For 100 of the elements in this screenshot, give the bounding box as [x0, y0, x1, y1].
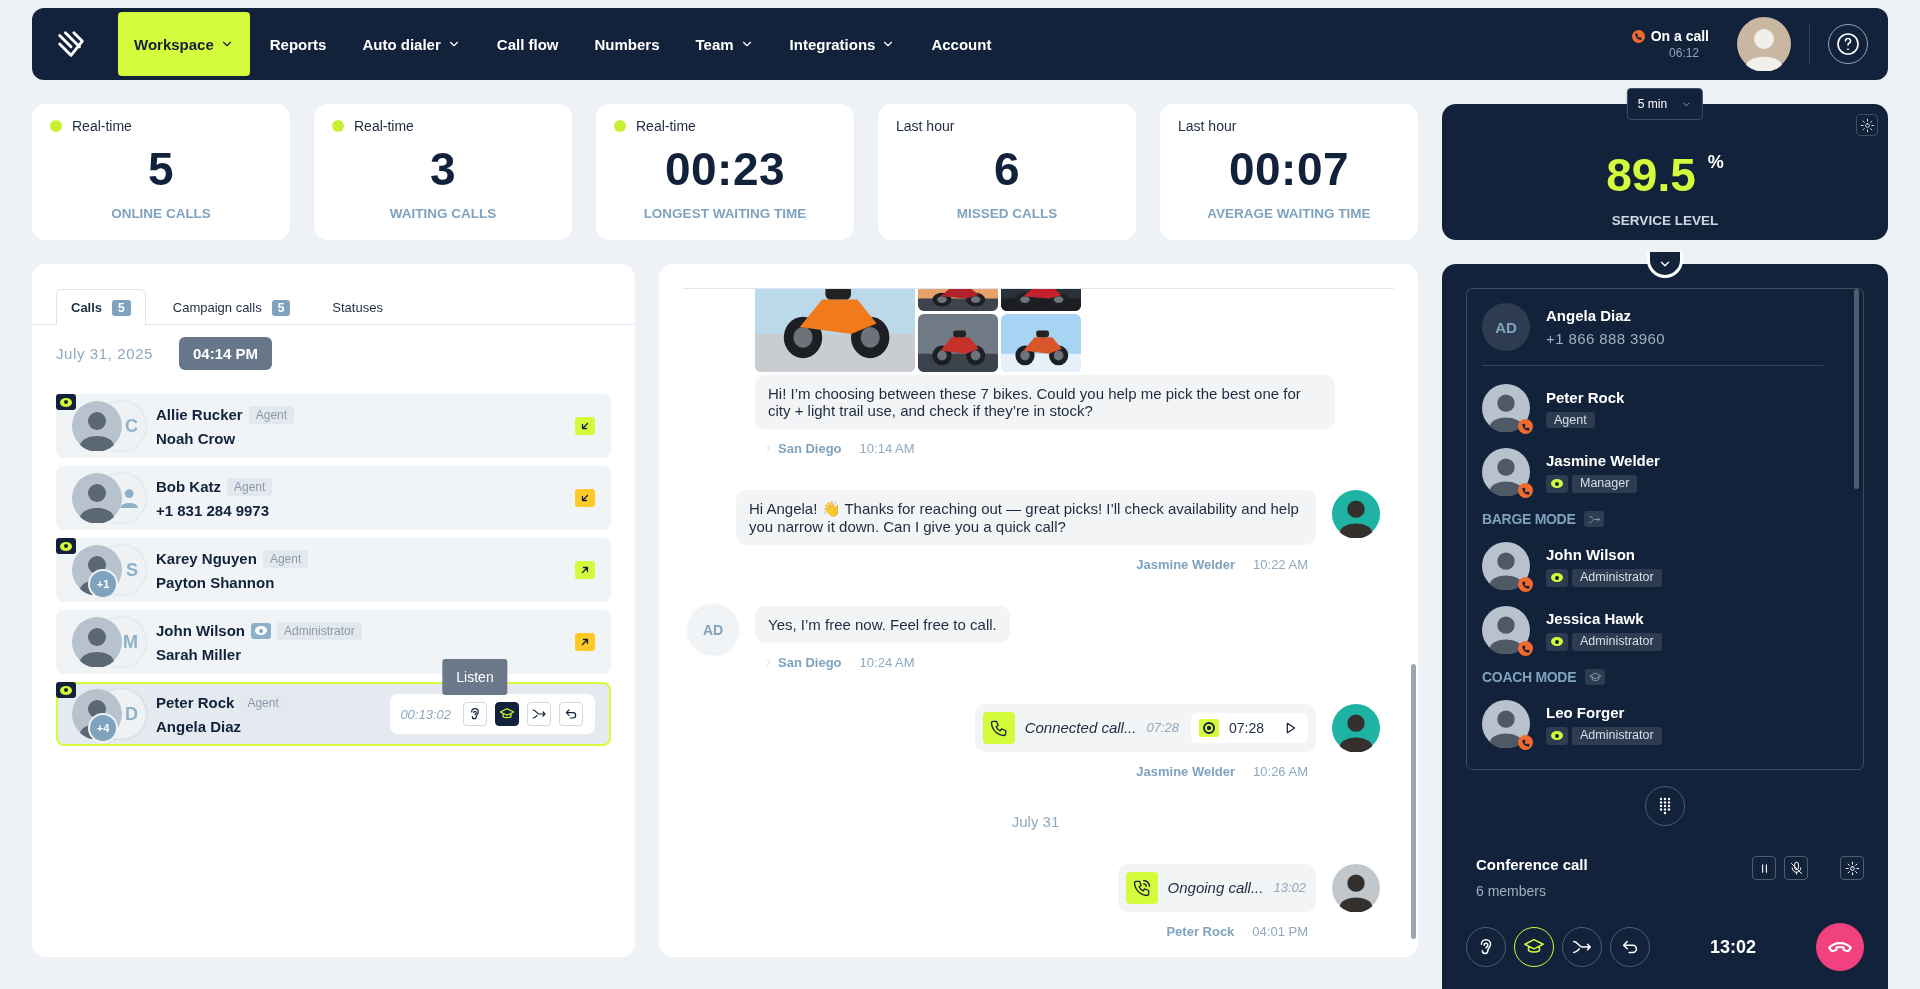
contact-name: Payton Shannon: [156, 573, 276, 591]
mute-button[interactable]: [1784, 856, 1808, 880]
call-duration: 13:02: [1273, 880, 1306, 896]
settings-icon: [1859, 117, 1875, 133]
nav-menu-item[interactable]: Auto dialer: [346, 12, 477, 76]
message-sender: Jasmine Welder: [1136, 764, 1236, 779]
recording-duration: 07:28: [1228, 719, 1264, 737]
phone-icon: [1518, 641, 1533, 656]
recording-player[interactable]: 07:28: [1190, 713, 1308, 743]
help-icon: [1836, 32, 1860, 56]
user-avatar[interactable]: [1737, 17, 1791, 71]
nav-menu-item[interactable]: Account: [915, 12, 1008, 76]
stat-label: SERVICE LEVEL: [1611, 213, 1719, 228]
nav-menu-item[interactable]: Workspace: [118, 12, 250, 76]
period-label: Last hour: [896, 118, 955, 134]
period-label: Real-time: [354, 118, 414, 134]
hang-up-icon: [1828, 942, 1852, 952]
nav-menu-item[interactable]: Integrations: [773, 12, 912, 76]
message-bubble: Yes, I’m free now. Feel free to call.: [755, 605, 1010, 643]
mode-heading: BARGE MODE: [1482, 511, 1576, 527]
role-tag: Manager: [1572, 474, 1638, 493]
contact-name: +1 831 284 9973: [156, 501, 271, 519]
customer-name: Angela Diaz: [1546, 307, 1633, 324]
pause-button[interactable]: [1752, 856, 1776, 880]
record-icon: [1198, 719, 1219, 737]
participant-avatar: [1482, 448, 1530, 496]
coach-button[interactable]: [495, 702, 519, 726]
tab[interactable]: Statuses: [317, 289, 398, 325]
nav-menu-item[interactable]: Numbers: [578, 12, 676, 76]
agent-avatar: [72, 473, 122, 523]
phone-icon: [1518, 577, 1533, 592]
call-row[interactable]: C Allie Rucker Agent Noah Crow: [56, 394, 611, 458]
call-status-label: On a call: [1650, 28, 1709, 44]
role-tag: Administrator: [1572, 568, 1662, 587]
graduation-cap-icon: [1585, 669, 1606, 685]
settings-button[interactable]: [1840, 856, 1864, 880]
nav-menu-item[interactable]: Reports: [253, 12, 343, 76]
message-sender: San Diego: [778, 655, 842, 670]
scrollbar[interactable]: [1411, 664, 1416, 939]
participant-avatar: [1482, 700, 1530, 748]
tooltip: Listen: [442, 659, 508, 695]
message-time: 10:22 AM: [1253, 556, 1308, 572]
hang-up-button[interactable]: [1816, 923, 1864, 971]
period-label: Real-time: [72, 118, 132, 134]
participant-name: Leo Forger: [1546, 703, 1626, 721]
nav-menu-item[interactable]: Team: [679, 12, 770, 76]
members-count: 6 members: [1476, 883, 1548, 899]
call-row[interactable]: Bob Katz Agent +1 831 284 9973: [56, 466, 611, 530]
tab[interactable]: Campaign calls 5: [157, 289, 306, 325]
phone-icon: [1518, 483, 1533, 498]
participant-avatar: [1482, 606, 1530, 654]
percent-sign: %: [1707, 152, 1724, 173]
phone-icon: [1518, 419, 1533, 434]
stat-value: 6: [993, 146, 1021, 192]
time-badge: 04:14 PM: [179, 337, 273, 370]
agent-name: John Wilson: [156, 622, 246, 639]
contact-name: Noah Crow: [156, 429, 237, 447]
agent-name: Peter Rock: [156, 694, 235, 711]
mode-heading: COACH MODE: [1482, 669, 1577, 685]
stat-label: ONLINE CALLS: [111, 206, 211, 221]
participant-name: Peter Rock: [1546, 388, 1625, 406]
interval-dropdown[interactable]: 5 min: [1626, 88, 1704, 120]
message-time: 04:01 PM: [1252, 924, 1308, 939]
customer-avatar: AD: [1482, 303, 1530, 351]
role-tag: Agent: [1546, 411, 1595, 428]
message-time: 10:26 AM: [1253, 764, 1308, 779]
muted-microphone-icon: [1788, 860, 1804, 876]
participant-name: Jasmine Welder: [1546, 451, 1660, 469]
tab[interactable]: Calls 5: [56, 289, 146, 325]
agent-avatar: [1332, 864, 1380, 912]
period-label: Real-time: [636, 118, 696, 134]
nav-menu-item[interactable]: Call flow: [480, 12, 575, 76]
call-status: Ongoing call...: [1167, 879, 1264, 897]
agent-name: Bob Katz: [156, 478, 221, 495]
call-duration: 06:12: [1668, 46, 1699, 60]
message-time: 10:14 AM: [859, 441, 915, 457]
agent-avatar: [1332, 490, 1380, 539]
settings-button[interactable]: [1856, 114, 1878, 136]
stat-value: 3: [429, 146, 457, 192]
call-row[interactable]: S +1 Karey Nguyen Agent Payton Shannon: [56, 538, 611, 602]
phone-icon: [1631, 29, 1645, 43]
agent-avatar: [1332, 704, 1380, 752]
settings-icon: [1844, 860, 1860, 876]
message-bubble: Hi Angela! 👋 Thanks for reaching out — great picks! I’ll check availability and help you narrow it down. Can I give you a quick call?: [736, 490, 1316, 545]
role-tag: Agent: [227, 477, 273, 496]
message-sender: Peter Rock: [1166, 924, 1235, 939]
agent-avatar: [72, 401, 122, 451]
collapse-button[interactable]: [1647, 252, 1683, 278]
participant-avatar: [1482, 542, 1530, 590]
message-sender: San Diego: [778, 441, 842, 457]
period-label: Last hour: [1178, 118, 1237, 134]
service-level-value: 89.5: [1606, 152, 1696, 198]
stat-label: MISSED CALLS: [956, 206, 1058, 221]
stat-label: LONGEST WAITING TIME: [643, 206, 807, 221]
call-timer: 13:02: [1708, 936, 1757, 958]
participant-name: John Wilson: [1546, 545, 1637, 563]
stat-value: 00:07: [1228, 146, 1350, 192]
date-label: July 31, 2025: [56, 345, 154, 362]
phone-number: +1 866 888 3960: [1546, 330, 1666, 347]
stat-label: WAITING CALLS: [389, 206, 497, 221]
